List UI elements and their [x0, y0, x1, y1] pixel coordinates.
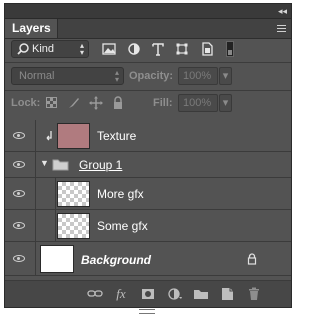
fill-value: 100%: [183, 97, 212, 109]
layer-thumbnail: [57, 213, 90, 239]
fill-slider-button[interactable]: ▾: [219, 94, 232, 112]
new-layer-icon[interactable]: [219, 287, 235, 301]
eye-icon: [13, 132, 25, 139]
shape-layer-filter-icon[interactable]: [174, 40, 190, 58]
lock-all-icon[interactable]: [112, 96, 124, 110]
layer-name: Texture: [97, 129, 137, 143]
eye-icon: [13, 161, 25, 168]
layer-thumbnail: [57, 181, 90, 207]
panel-titlebar: ◂◂: [5, 4, 291, 19]
layer-name: Background: [81, 253, 152, 267]
lock-position-icon[interactable]: [89, 96, 103, 110]
lock-transparent-pixels-icon[interactable]: [46, 96, 58, 110]
group-indent: [35, 178, 56, 209]
expand-triangle-icon[interactable]: ▼: [40, 158, 49, 168]
eye-icon: [13, 190, 25, 197]
delete-layer-icon[interactable]: [246, 287, 262, 301]
layer-name: Some gfx: [97, 219, 148, 233]
kind-label: Kind: [32, 43, 55, 55]
eye-icon: [13, 222, 25, 229]
layer-name: More gfx: [97, 187, 144, 201]
resize-grip[interactable]: [139, 309, 155, 314]
add-mask-icon[interactable]: [140, 287, 156, 301]
new-group-icon[interactable]: [193, 287, 209, 301]
lock-label: Lock:: [11, 97, 41, 109]
opacity-input[interactable]: 100%: [178, 67, 218, 85]
layer-row-background[interactable]: Background: [5, 242, 291, 276]
opacity-label: Opacity:: [129, 70, 174, 82]
eye-icon: [13, 255, 25, 262]
panel-menu-icon[interactable]: [274, 22, 286, 34]
tab-row: Layers: [5, 19, 291, 39]
opacity-value: 100%: [183, 70, 212, 82]
lock-image-pixels-icon[interactable]: [67, 96, 81, 110]
divider: [5, 62, 291, 63]
blend-mode-dropdown[interactable]: Normal ▴ ▾: [11, 67, 124, 85]
visibility-toggle[interactable]: [5, 210, 36, 241]
fill-input[interactable]: 100%: [178, 94, 218, 112]
new-adjustment-layer-icon[interactable]: [167, 287, 183, 301]
tab-layers[interactable]: Layers: [5, 19, 58, 38]
fx-icon[interactable]: fx: [113, 286, 129, 302]
visibility-toggle[interactable]: [5, 120, 36, 151]
layer-row-texture[interactable]: Texture: [5, 120, 291, 152]
layers-list: Texture ▼ Group 1 More gfx Some gfx Back: [5, 120, 291, 280]
opacity-slider-button[interactable]: ▾: [219, 67, 232, 85]
search-icon: [17, 43, 29, 55]
chevron-down-icon: ▾: [222, 97, 229, 109]
caret-down-icon: ▾: [114, 75, 119, 84]
layer-name: Group 1: [79, 158, 123, 172]
link-layers-icon[interactable]: [87, 287, 103, 301]
adjustment-layer-filter-icon[interactable]: [126, 40, 142, 58]
caret-down-icon: ▾: [79, 48, 84, 57]
visibility-toggle[interactable]: [5, 152, 36, 177]
type-layer-filter-icon[interactable]: [150, 40, 166, 58]
layer-row-group-1[interactable]: ▼ Group 1: [5, 152, 291, 178]
divider: [5, 90, 291, 91]
collapse-panel-button[interactable]: ◂◂: [278, 4, 287, 18]
layer-thumbnail: [40, 245, 74, 273]
layer-row-some-gfx[interactable]: Some gfx: [5, 210, 291, 242]
visibility-toggle[interactable]: [5, 178, 36, 209]
layer-thumbnail: [57, 123, 90, 149]
fill-label: Fill:: [153, 97, 173, 109]
clipping-arrow-icon: [46, 131, 52, 141]
layer-row-more-gfx[interactable]: More gfx: [5, 178, 291, 210]
tab-layers-label: Layers: [12, 21, 51, 35]
chevron-down-icon: ▾: [222, 70, 229, 82]
smart-object-filter-icon[interactable]: [199, 40, 215, 58]
image-layer-filter-icon[interactable]: [101, 40, 117, 58]
blend-mode-value: Normal: [19, 70, 55, 82]
group-indent: [35, 210, 56, 241]
layer-filter-kind-dropdown[interactable]: Kind ▴ ▾: [11, 40, 89, 58]
filter-toggle[interactable]: [226, 41, 234, 57]
folder-icon: [52, 159, 69, 171]
panel-footer: fx: [5, 280, 291, 307]
visibility-toggle[interactable]: [5, 242, 36, 275]
layers-panel: ◂◂ Layers Kind ▴ ▾ Normal ▴ ▾ Opacity: 1…: [4, 3, 292, 308]
lock-icon: [247, 253, 257, 265]
